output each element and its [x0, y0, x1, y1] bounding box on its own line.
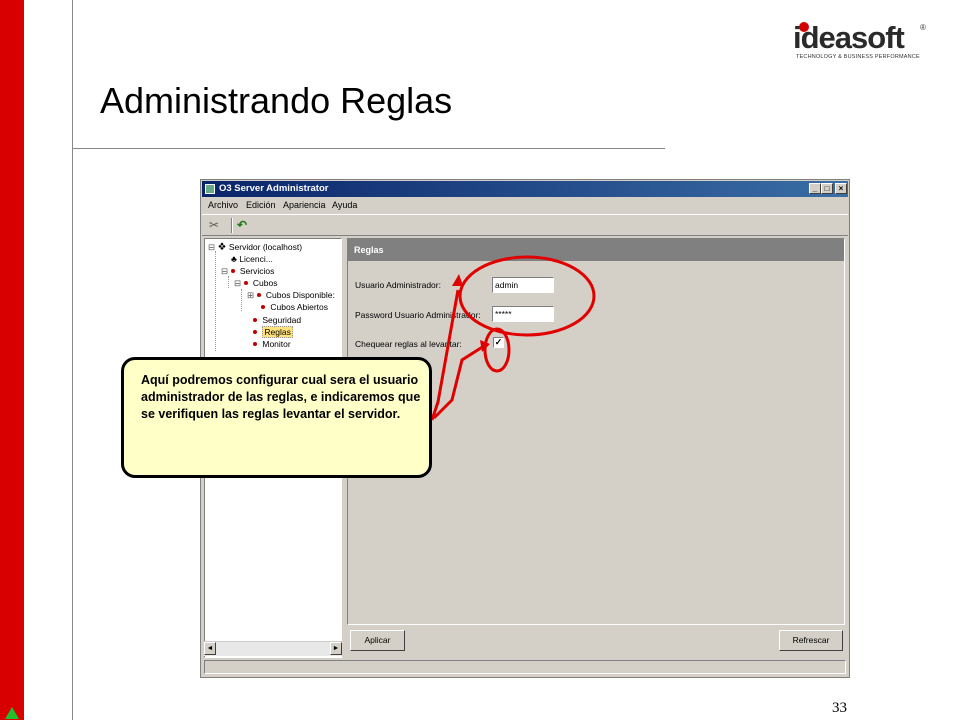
annotation-arrow-fields	[430, 289, 460, 421]
page-number: 33	[832, 700, 847, 716]
explanation-callout: Aquí podremos configurar cual sera el us…	[121, 357, 432, 478]
annotation-circle-checkbox	[483, 327, 511, 373]
arrow-head-icon	[452, 274, 463, 286]
annotation-circle-fields	[458, 255, 596, 337]
callout-text: Aquí podremos configurar cual sera el us…	[141, 373, 421, 421]
